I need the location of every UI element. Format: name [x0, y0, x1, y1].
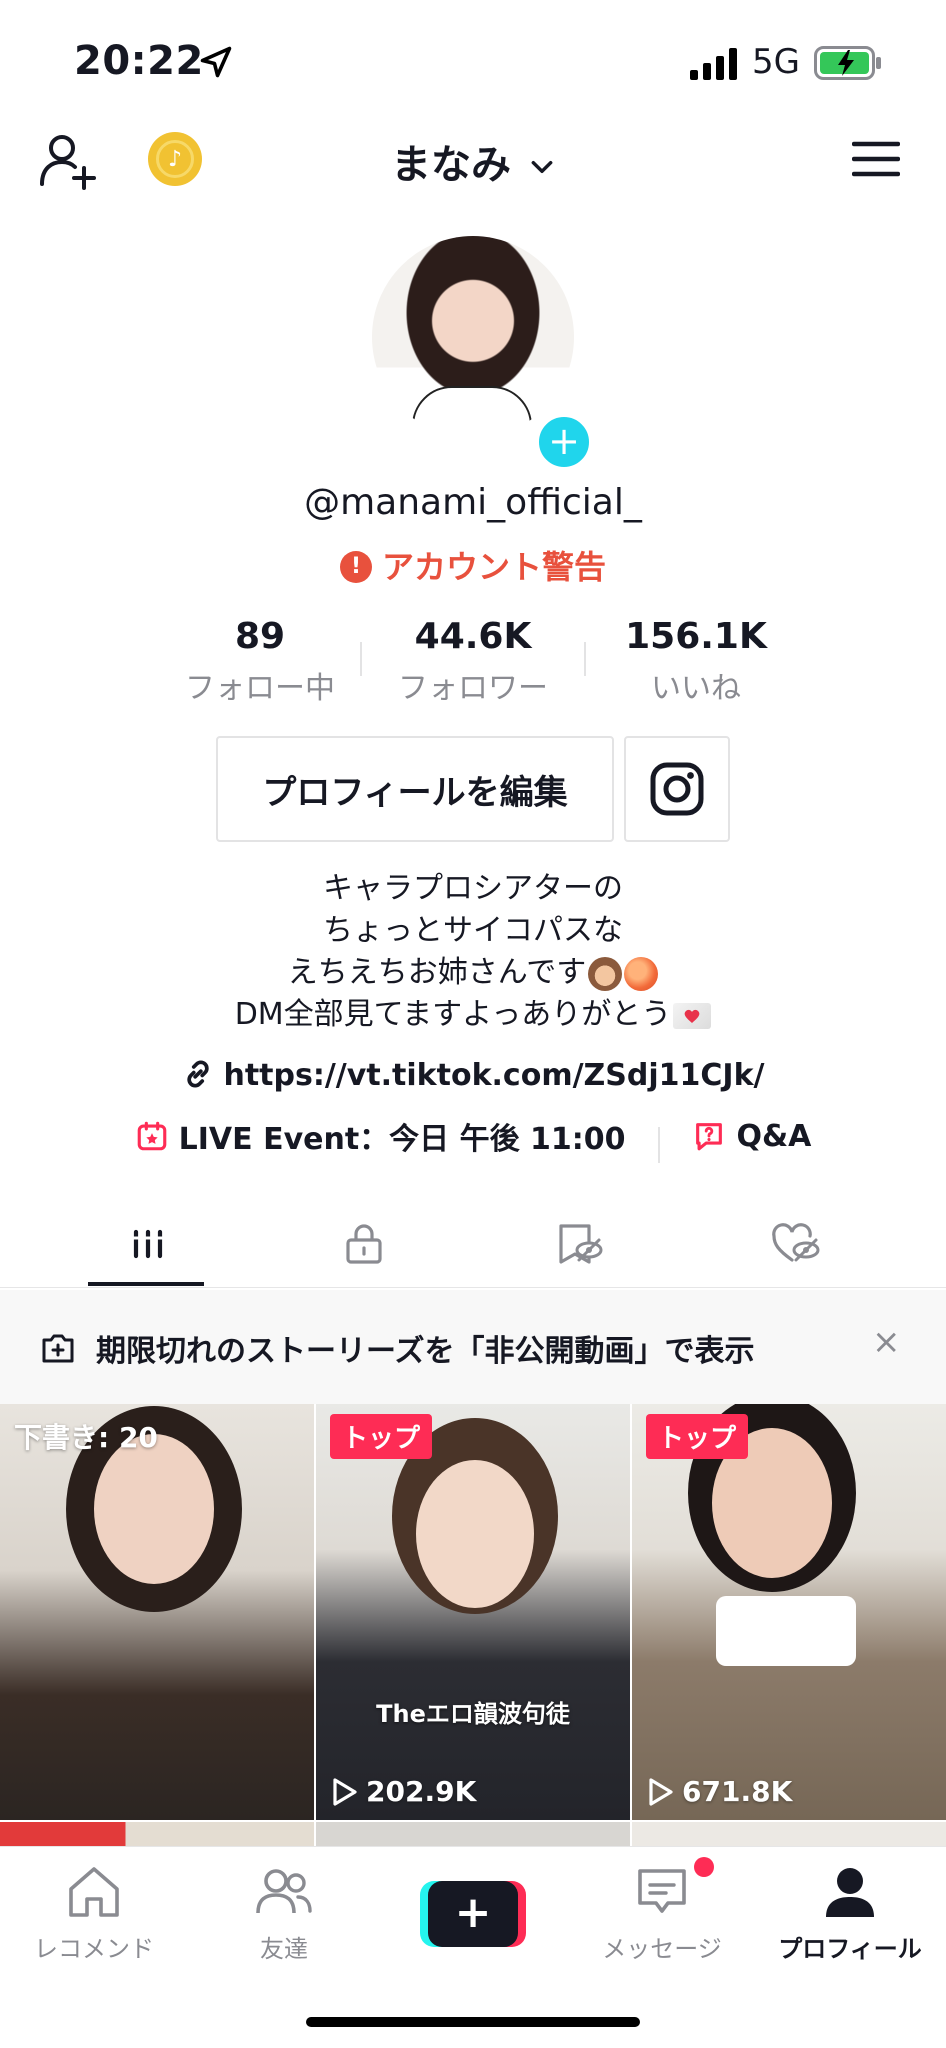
location-arrow-icon [200, 46, 232, 78]
instagram-icon [650, 762, 704, 816]
profile-link-text: https://vt.tiktok.com/ZSdj11CJk/ [223, 1058, 765, 1093]
play-count: 671.8K [646, 1775, 792, 1808]
likes-count: 156.1K [625, 616, 767, 657]
add-story-plus-icon[interactable]: + [534, 412, 594, 472]
love-letter-icon [673, 1002, 712, 1029]
profile-stats: 89 フォロー中 44.6K フォロワー 156.1K いいね [150, 616, 796, 706]
video-thumbnail[interactable]: トップ 671.8K [632, 1404, 946, 1820]
peach-icon [624, 956, 659, 991]
profile-events: LIVE Event：今日 午後 11:00 Q&A [0, 1114, 946, 1164]
avatar[interactable] [372, 236, 574, 438]
link-icon [187, 1060, 210, 1087]
following-label: フォロー中 [185, 671, 335, 706]
bio-line: ちょっとサイコパスな [323, 913, 623, 948]
play-count: 202.9K [330, 1775, 476, 1808]
video-grid: 下書き: 20 トップ Theエロ韻波句徒 202.9K トップ 671.8K [0, 1404, 946, 1846]
play-icon [333, 1777, 357, 1806]
pinned-badge: トップ [646, 1414, 749, 1459]
signal-icon [690, 48, 737, 80]
account-warning-link[interactable]: ! アカウント警告 [0, 542, 946, 588]
profile-bio: キャラプロシアターの ちょっとサイコパスな えちえちお姉さんです DM全部見てま… [0, 868, 946, 1036]
nav-friends[interactable]: 友達 [204, 1865, 364, 1964]
nav-profile-label: プロフィール [778, 1935, 922, 1963]
followers-label: フォロワー [398, 671, 548, 706]
video-thumbnail[interactable]: 下書き: 20 [0, 1404, 314, 1820]
story-banner-text: 期限切れのストーリーズを「非公開動画」で表示 [96, 1334, 755, 1369]
create-button[interactable]: + [420, 1881, 526, 1947]
video-thumbnail[interactable] [0, 1822, 314, 1846]
header-username: まなみ [391, 142, 512, 188]
profile-tabs [0, 1200, 946, 1288]
nav-profile[interactable]: プロフィール [770, 1865, 930, 1964]
home-icon [69, 1867, 119, 1917]
lock-icon [346, 1224, 382, 1264]
instagram-button[interactable] [624, 736, 730, 842]
tab-private[interactable] [246, 1200, 482, 1288]
live-event-link[interactable]: LIVE Event：今日 午後 11:00 [135, 1114, 626, 1158]
chevron-down-icon [531, 160, 553, 174]
friends-icon [256, 1869, 312, 1914]
bottom-nav: レコメンド 友達 + メッセージ プロフィール [0, 1846, 946, 2048]
qa-icon [696, 1123, 723, 1151]
qa-text: Q&A [736, 1118, 812, 1154]
profile-handle: @manami_official_ [304, 482, 642, 523]
video-thumbnail[interactable]: トップ Theエロ韻波句徒 202.9K [316, 1404, 630, 1820]
followers-count: 44.6K [414, 616, 532, 657]
story-banner[interactable]: 期限切れのストーリーズを「非公開動画」で表示 × [0, 1290, 946, 1404]
video-caption-overlay: Theエロ韻波句徒 [376, 1700, 570, 1728]
tab-videos[interactable] [30, 1200, 266, 1288]
battery-charging-icon [814, 46, 881, 80]
status-bar: 20:22 5G [0, 0, 946, 120]
play-count-text: 202.9K [366, 1775, 477, 1808]
video-thumbnail[interactable] [316, 1822, 630, 1846]
nav-friends-label: 友達 [260, 1935, 308, 1963]
video-thumbnail[interactable] [632, 1822, 946, 1846]
bio-line: DM全部見てますよっありがとう [234, 997, 672, 1032]
nav-inbox[interactable]: メッセージ [582, 1865, 742, 1964]
notification-dot [694, 1857, 714, 1877]
home-indicator [306, 2017, 640, 2027]
message-icon [638, 1869, 686, 1913]
nav-home[interactable]: レコメンド [14, 1865, 174, 1964]
profile-link[interactable]: https://vt.tiktok.com/ZSdj11CJk/ [0, 1058, 946, 1093]
bio-line: えちえちお姉さんです [287, 955, 587, 990]
account-switcher[interactable]: まなみ [0, 132, 946, 190]
followers-stat[interactable]: 44.6K フォロワー [363, 616, 583, 707]
event-divider [658, 1126, 661, 1163]
status-time: 20:22 [74, 38, 204, 84]
bookmark-hidden-icon [559, 1224, 603, 1264]
following-count: 89 [234, 616, 286, 657]
heart-hidden-icon [772, 1223, 820, 1262]
likes-label: いいね [651, 671, 741, 706]
qa-link[interactable]: Q&A [692, 1119, 811, 1154]
create-plus-icon: + [428, 1881, 518, 1947]
see-no-evil-monkey-icon [588, 956, 623, 991]
grid-icon [132, 1229, 164, 1259]
pinned-badge: トップ [330, 1414, 433, 1459]
drafts-label: 下書き: 20 [14, 1421, 158, 1454]
network-type: 5G [752, 42, 800, 82]
warning-icon: ! [339, 551, 372, 583]
calendar-star-icon [137, 1121, 166, 1151]
play-icon [649, 1777, 673, 1806]
following-stat[interactable]: 89 フォロー中 [150, 616, 370, 707]
likes-stat[interactable]: 156.1K いいね [586, 616, 806, 707]
stat-divider [360, 642, 362, 676]
camera-plus-icon [42, 1334, 74, 1363]
nav-home-label: レコメンド [34, 1935, 154, 1963]
close-button[interactable]: × [872, 1322, 901, 1362]
bio-line: キャラプロシアターの [323, 871, 623, 906]
live-event-text: LIVE Event：今日 午後 11:00 [178, 1122, 626, 1157]
profile-header: ♪ まなみ [0, 120, 946, 200]
tab-favorites[interactable] [462, 1200, 698, 1288]
account-warning-text: アカウント警告 [381, 548, 606, 586]
tab-liked[interactable] [678, 1200, 914, 1288]
menu-icon[interactable] [852, 138, 900, 180]
edit-profile-button[interactable]: プロフィールを編集 [216, 736, 614, 842]
active-tab-indicator [88, 1282, 204, 1286]
nav-inbox-label: メッセージ [602, 1935, 722, 1963]
profile-icon [826, 1868, 874, 1917]
play-count-text: 671.8K [682, 1775, 793, 1808]
